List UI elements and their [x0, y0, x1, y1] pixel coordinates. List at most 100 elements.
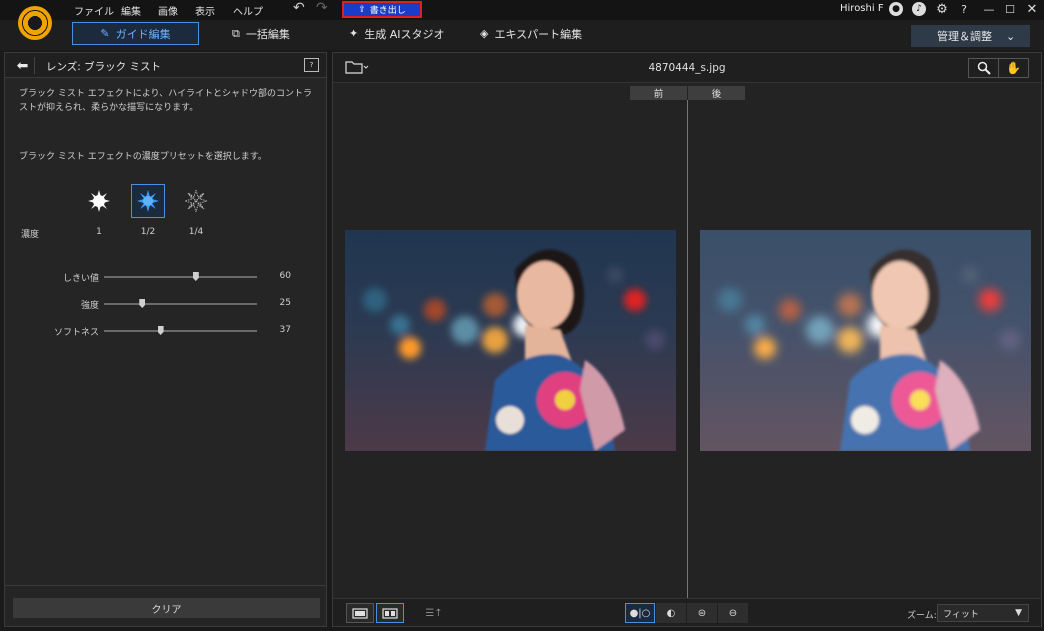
threshold-label: しきい値	[62, 274, 99, 284]
tab-batch-edit-label: 一括編集	[245, 27, 290, 41]
density-label: 濃度	[21, 230, 40, 240]
tutorial-icon[interactable]: ?	[304, 58, 319, 72]
compare-labels: 前 後	[630, 86, 745, 100]
manage-adjust-button[interactable]: 管理＆調整 ⌄	[911, 25, 1030, 47]
stacked-icon: ⊜	[697, 607, 707, 619]
back-arrow-icon[interactable]: ⬅	[11, 57, 35, 74]
tab-guided-edit[interactable]: ✎ ガイド編集	[72, 22, 199, 45]
strength-label: 強度	[80, 301, 99, 311]
side-by-side-icon: ●|○	[629, 607, 651, 619]
before-photo	[345, 230, 676, 451]
strength-slider: 強度 25	[5, 297, 326, 311]
redo-icon[interactable]: ↷	[316, 0, 328, 16]
preset-full-label: 1	[96, 227, 102, 237]
tab-batch-edit[interactable]: ⧉ 一括編集	[220, 22, 302, 45]
panel-header: ⬅ レンズ: ブラック ミスト ?	[5, 53, 326, 78]
softness-track[interactable]	[104, 326, 257, 335]
help-icon[interactable]: ?	[957, 2, 971, 16]
tab-expert-edit-label: エキスパート編集	[494, 27, 583, 41]
zoom-select[interactable]: フィット ▼	[937, 604, 1029, 622]
softness-thumb[interactable]	[157, 326, 164, 335]
strength-thumb[interactable]	[139, 299, 146, 308]
close-icon[interactable]: ✕	[1025, 2, 1039, 17]
export-label: 書き出し	[369, 6, 406, 16]
softness-value: 37	[279, 325, 291, 335]
undo-icon[interactable]: ↶	[293, 0, 305, 16]
zoom-value: フィット	[943, 609, 979, 620]
user-name[interactable]: Hiroshi F	[840, 3, 884, 14]
starburst-full-icon	[88, 190, 110, 212]
tab-ai-studio[interactable]: ✦ 生成 AIスタジオ	[337, 22, 456, 45]
threshold-thumb[interactable]	[192, 272, 199, 281]
view-tools: ✋	[968, 58, 1029, 78]
app-logo	[18, 6, 52, 40]
before-label: 前	[630, 86, 687, 100]
threshold-value: 60	[279, 271, 291, 281]
threshold-slider: しきい値 60	[5, 270, 326, 284]
preset-quarter[interactable]	[179, 184, 213, 218]
after-photo	[700, 230, 1031, 451]
compare-view-button[interactable]	[376, 603, 404, 623]
maximize-icon[interactable]: ☐	[1003, 2, 1017, 16]
softness-slider: ソフトネス 37	[5, 324, 326, 338]
split-vertical-compare-button[interactable]: ◐	[656, 603, 686, 623]
minimize-icon[interactable]: —	[982, 2, 996, 16]
split-vertical-icon: ◐	[666, 607, 676, 619]
menu-file[interactable]: ファイル	[74, 3, 114, 18]
pan-hand-icon[interactable]: ✋	[998, 59, 1028, 77]
effect-description: ブラック ミスト エフェクトにより、ハイライトとシャドウ部のコントラストが抑えら…	[19, 89, 313, 113]
threshold-track[interactable]	[104, 272, 257, 281]
batch-icon: ⧉	[232, 26, 240, 40]
preset-half[interactable]	[131, 184, 165, 218]
single-view-icon	[352, 607, 368, 619]
account-icon[interactable]: ●	[889, 2, 903, 16]
menu-edit[interactable]: 編集	[121, 3, 141, 18]
stacked-compare-button[interactable]: ⊜	[687, 603, 717, 623]
file-name: 4870444_s.jpg	[648, 62, 726, 74]
wand-icon: ✎	[100, 27, 110, 40]
layers-icon: ◈	[480, 27, 489, 40]
menu-help[interactable]: ヘルプ	[233, 3, 263, 18]
panel-divider	[5, 585, 326, 586]
after-label: 後	[687, 86, 745, 100]
mode-bar: ✎ ガイド編集 ⧉ 一括編集 ✦ 生成 AIスタジオ ◈ エキスパート編集 管理…	[0, 20, 1044, 50]
chevron-down-icon: ▼	[1015, 608, 1022, 618]
preset-prompt: ブラック ミスト エフェクトの濃度プリセットを選択します。	[19, 152, 267, 162]
settings-gear-icon[interactable]: ⚙	[935, 2, 949, 17]
chevron-down-icon: ⌄	[1006, 29, 1016, 43]
image-viewer: 4870444_s.jpg ✋ 前 後 ☰↑ ●|○ ◐ ⊜ ⊖ ズーム: フィ…	[332, 52, 1042, 627]
zoom-label: ズーム:	[907, 611, 937, 621]
tab-expert-edit[interactable]: ◈ エキスパート編集	[468, 22, 594, 45]
menu-bar: ファイル 編集 画像 表示 ヘルプ ↶ ↷ ⇪ 書き出し Hiroshi F ●…	[0, 0, 1044, 20]
panel-title: レンズ: ブラック ミスト	[46, 61, 162, 73]
side-by-side-compare-button[interactable]: ●|○	[625, 603, 655, 623]
split-horizontal-compare-button[interactable]: ⊖	[718, 603, 748, 623]
export-icon: ⇪	[358, 4, 366, 15]
preset-half-label: 1/2	[140, 227, 156, 237]
clear-button[interactable]: クリア	[13, 598, 320, 618]
menu-view[interactable]: 表示	[195, 3, 215, 18]
softness-label: ソフトネス	[53, 328, 99, 338]
split-horizontal-icon: ⊖	[728, 607, 738, 619]
preset-full[interactable]	[82, 184, 116, 218]
adjustment-panel: ⬅ レンズ: ブラック ミスト ? ブラック ミスト エフェクトにより、ハイライ…	[4, 52, 327, 627]
preset-quarter-label: 1/4	[188, 227, 204, 237]
viewer-bottom-toolbar: ☰↑ ●|○ ◐ ⊜ ⊖ ズーム: フィット ▼	[333, 598, 1041, 626]
sort-icon[interactable]: ☰↑	[419, 603, 449, 623]
compare-view-icon	[382, 607, 398, 619]
export-button[interactable]: ⇪ 書き出し	[342, 1, 422, 18]
tab-guided-edit-label: ガイド編集	[115, 27, 171, 41]
single-view-button[interactable]	[346, 603, 374, 623]
starburst-quarter-icon	[185, 190, 207, 212]
menu-image[interactable]: 画像	[158, 3, 178, 18]
manage-adjust-label: 管理＆調整	[937, 30, 992, 43]
tab-ai-studio-label: 生成 AIスタジオ	[364, 27, 445, 41]
zoom-tool-icon[interactable]	[969, 59, 998, 77]
sparkle-icon: ✦	[349, 27, 359, 40]
viewer-header: 4870444_s.jpg ✋	[333, 53, 1041, 83]
strength-track[interactable]	[104, 299, 257, 308]
compare-divider	[687, 100, 688, 598]
notification-icon[interactable]: ♪	[912, 2, 926, 16]
starburst-half-icon	[137, 190, 159, 212]
strength-value: 25	[279, 298, 291, 308]
